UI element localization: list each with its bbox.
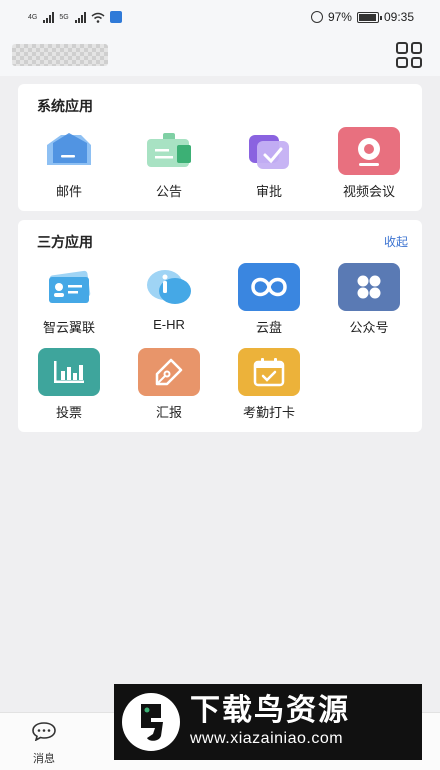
vote-chart-icon <box>38 348 100 396</box>
status-left: 4G 5G <box>28 11 122 23</box>
bird-logo-icon <box>122 693 180 751</box>
report-pen-icon <box>138 348 200 396</box>
app-label: 公众号 <box>349 320 389 335</box>
watermark-banner: 下载鸟资源 www.xiazainiao.com <box>114 684 422 760</box>
clock: 09:35 <box>383 10 414 24</box>
app-label: 云盘 <box>255 320 282 335</box>
battery-level <box>358 13 377 21</box>
app-ehr[interactable]: E-HR <box>119 263 219 332</box>
network-type-1: 4G <box>28 13 38 21</box>
app-label: 考勤打卡 <box>242 405 295 420</box>
tab-label: 消息 <box>33 753 55 765</box>
watermark-text: 下载鸟资源 www.xiazainiao.com <box>190 694 350 750</box>
message-icon <box>32 722 56 742</box>
wifi-icon <box>91 12 105 23</box>
cloud-drive-icon <box>238 263 300 311</box>
watermark-title: 下载鸟资源 <box>190 694 350 727</box>
app-approval[interactable]: 审批 <box>219 127 319 200</box>
app-vote[interactable]: 投票 <box>19 348 119 421</box>
status-right: 97% 09:35 <box>310 10 414 24</box>
app-announcement[interactable]: 公告 <box>119 127 219 200</box>
third-party-apps-card: 三方应用 收起 智云翼联 E-HR 云盘 公众号 投票 汇报 考勤打卡 <box>18 220 422 432</box>
app-label: 审批 <box>255 184 282 199</box>
network-type-2: 5G <box>59 13 69 21</box>
video-meeting-icon <box>338 127 400 175</box>
app-label: 汇报 <box>155 405 182 420</box>
approval-icon <box>238 127 300 175</box>
app-zhiyun-yilian[interactable]: 智云翼联 <box>19 263 119 336</box>
id-card-icon <box>38 263 100 311</box>
battery-percent: 97% <box>327 10 352 24</box>
app-label: 投票 <box>55 405 82 420</box>
app-report[interactable]: 汇报 <box>119 348 219 421</box>
organization-name-blurred <box>12 44 108 66</box>
app-video-meeting[interactable]: 视频会议 <box>319 127 419 200</box>
attendance-calendar-icon <box>238 348 300 396</box>
status-bar: 4G 5G 97% 09:35 <box>0 0 440 34</box>
collapse-link[interactable]: 收起 <box>384 233 408 250</box>
official-account-icon <box>338 263 400 311</box>
alarm-icon <box>310 11 323 23</box>
system-apps-title: 系统应用 <box>37 98 93 114</box>
app-official-account[interactable]: 公众号 <box>319 263 419 336</box>
app-label: 视频会议 <box>342 184 395 199</box>
app-mail[interactable]: 邮件 <box>19 127 119 200</box>
third-party-apps-title: 三方应用 <box>37 234 93 250</box>
watermark-url: www.xiazainiao.com <box>190 730 344 747</box>
grid-icon[interactable] <box>396 42 422 68</box>
signal-icon-2 <box>74 11 86 23</box>
app-label: E-HR <box>153 317 185 332</box>
signal-icon-1 <box>43 11 55 23</box>
app-label: 智云翼联 <box>42 320 95 335</box>
app-header <box>0 34 440 76</box>
battery-icon <box>356 11 382 23</box>
tab-messages[interactable]: 消息 <box>14 721 74 766</box>
app-label: 邮件 <box>55 184 82 199</box>
app-attendance[interactable]: 考勤打卡 <box>219 348 319 421</box>
app-label: 公告 <box>155 184 182 199</box>
app-notification-icon <box>109 11 122 23</box>
announcement-icon <box>138 127 200 175</box>
info-icon <box>138 263 200 311</box>
mail-icon <box>38 127 100 175</box>
app-cloud-drive[interactable]: 云盘 <box>219 263 319 336</box>
system-apps-card: 系统应用 邮件 公告 审批 视频会议 <box>18 84 422 211</box>
